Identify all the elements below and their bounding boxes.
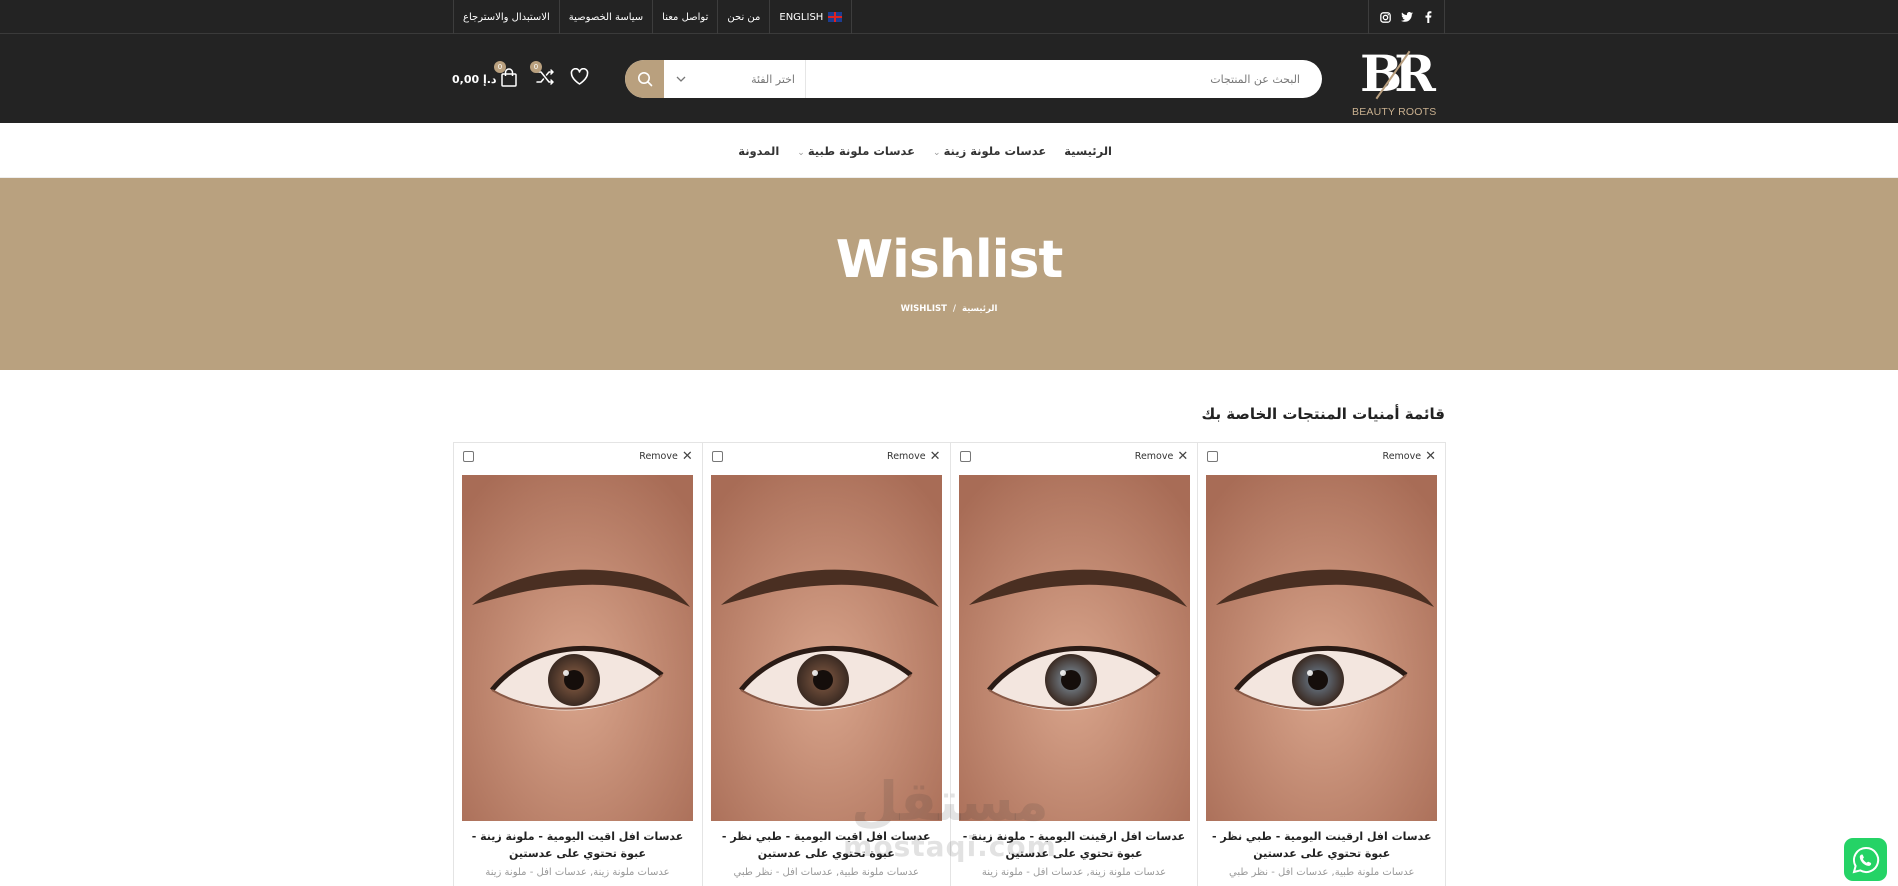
remove-button[interactable]: Remove ✕ xyxy=(887,449,940,464)
breadcrumb-home-link[interactable]: الرئيسية xyxy=(962,304,997,314)
close-icon: ✕ xyxy=(929,449,941,464)
nav-item-blog[interactable]: المدونة xyxy=(738,144,779,158)
remove-button[interactable]: Remove ✕ xyxy=(1383,449,1436,464)
nav-item-medical-lenses[interactable]: عدسات ملونة طبية⌄ xyxy=(797,144,915,158)
nav-item-home[interactable]: الرئيسية xyxy=(1064,144,1112,158)
chevron-down-icon: ⌄ xyxy=(797,147,805,158)
close-icon: ✕ xyxy=(1425,449,1436,464)
social-links xyxy=(1368,0,1445,34)
breadcrumb-current: WISHLIST xyxy=(900,304,947,314)
product-name[interactable]: عدسات افل ارقينت اليومية - طبي نظر - عبو… xyxy=(1206,828,1437,862)
top-bar: ENGLISH من نحن تواصل معنا سياسة الخصوصية… xyxy=(0,0,1898,34)
product-categories[interactable]: عدسات ملونة زينة, عدسات افل - ملونة زينة xyxy=(462,867,693,878)
compare-count-badge: 0 xyxy=(530,61,542,73)
whatsapp-button[interactable] xyxy=(1844,838,1887,881)
category-select[interactable]: اختر الفئة xyxy=(664,60,806,98)
page-banner: Wishlist الرئيسية / WISHLIST xyxy=(0,178,1898,370)
select-checkbox[interactable] xyxy=(463,451,474,462)
nav-item-cosmetic-lenses[interactable]: عدسات ملونة زينة⌄ xyxy=(933,144,1046,158)
returns-link[interactable]: الاستبدال والاسترجاع xyxy=(453,0,560,34)
main-nav: الرئيسية عدسات ملونة زينة⌄ عدسات ملونة ط… xyxy=(0,123,1898,178)
product-image[interactable] xyxy=(462,475,693,821)
category-select-label: اختر الفئة xyxy=(751,72,795,86)
remove-label: Remove xyxy=(887,451,926,462)
search-form: اختر الفئة البحث عن المنتجات xyxy=(625,60,1322,98)
search-button[interactable] xyxy=(625,60,664,98)
page: ENGLISH من نحن تواصل معنا سياسة الخصوصية… xyxy=(0,0,1898,886)
remove-button[interactable]: Remove ✕ xyxy=(639,449,692,464)
breadcrumb: الرئيسية / WISHLIST xyxy=(0,304,1898,314)
logo-subtitle: BEAUTY ROOTS xyxy=(1352,106,1437,118)
remove-label: Remove xyxy=(1382,451,1422,462)
heart-icon xyxy=(570,67,589,85)
search-input[interactable]: البحث عن المنتجات xyxy=(1210,60,1300,98)
top-links: ENGLISH من نحن تواصل معنا سياسة الخصوصية… xyxy=(453,0,853,34)
select-checkbox[interactable] xyxy=(711,451,723,462)
cart-total[interactable]: 0,00 د.إ xyxy=(452,73,497,86)
product-categories[interactable]: عدسات ملونة طبية, عدسات افل - نظر طبي xyxy=(1206,867,1437,878)
instagram-icon[interactable] xyxy=(1375,0,1396,34)
close-icon: ✕ xyxy=(1177,449,1189,464)
facebook-icon[interactable] xyxy=(1417,0,1438,34)
select-checkbox[interactable] xyxy=(1207,451,1219,462)
wishlist-heading: قائمة أمنيات المنتجات الخاصة بك xyxy=(1201,405,1445,423)
cart-count-badge: 0 xyxy=(494,61,506,73)
select-checkbox[interactable] xyxy=(959,451,971,462)
breadcrumb-separator: / xyxy=(952,304,957,314)
nav-item-label: عدسات ملونة طبية xyxy=(807,143,916,158)
product-categories[interactable]: عدسات ملونة زينة, عدسات افل - ملونة زينة xyxy=(959,867,1190,878)
wishlist-card: Remove ✕ عدسات افل اقيت اليومية - ملونة ز… xyxy=(454,443,702,886)
remove-label: Remove xyxy=(1134,451,1174,462)
privacy-link[interactable]: سياسة الخصوصية xyxy=(560,0,654,34)
watermark-url: mostaqi.com xyxy=(843,830,1057,863)
site-logo[interactable]: BR BEAUTY ROOTS xyxy=(1350,44,1444,118)
remove-button[interactable]: Remove ✕ xyxy=(1135,449,1188,464)
remove-label: Remove xyxy=(639,451,678,462)
watermark-arabic: مستقل xyxy=(851,770,1049,833)
uk-flag-icon xyxy=(828,12,843,22)
page-title: Wishlist xyxy=(835,230,1064,290)
search-icon xyxy=(637,72,652,87)
chevron-down-icon: ⌄ xyxy=(933,147,941,158)
language-switch-link[interactable]: ENGLISH xyxy=(770,0,853,34)
header-actions: 0,00 د.إ 0 0 xyxy=(450,61,600,92)
wishlist-button[interactable] xyxy=(570,67,592,90)
product-name[interactable]: عدسات افل اقيت اليومية - ملونة زينة - عب… xyxy=(462,828,693,862)
whatsapp-icon xyxy=(1852,846,1879,873)
main-header: BR BEAUTY ROOTS اختر الفئة البحث عن المن… xyxy=(0,34,1898,123)
product-image[interactable] xyxy=(1206,475,1438,821)
contact-link[interactable]: تواصل معنا xyxy=(653,0,719,34)
product-categories[interactable]: عدسات ملونة طبية, عدسات افل - نظر طبي xyxy=(711,867,942,878)
about-link[interactable]: من نحن xyxy=(718,0,771,34)
nav-item-label: عدسات ملونة زينة xyxy=(943,143,1047,158)
twitter-icon[interactable] xyxy=(1396,0,1417,34)
wishlist-card: Remove ✕ عدسات افل ارقينت اليومية - طبي ن… xyxy=(1197,443,1445,886)
chevron-down-icon xyxy=(676,76,686,82)
cart-button[interactable]: 0 xyxy=(494,61,522,90)
compare-button[interactable]: 0 xyxy=(530,61,558,90)
close-icon: ✕ xyxy=(681,449,693,464)
